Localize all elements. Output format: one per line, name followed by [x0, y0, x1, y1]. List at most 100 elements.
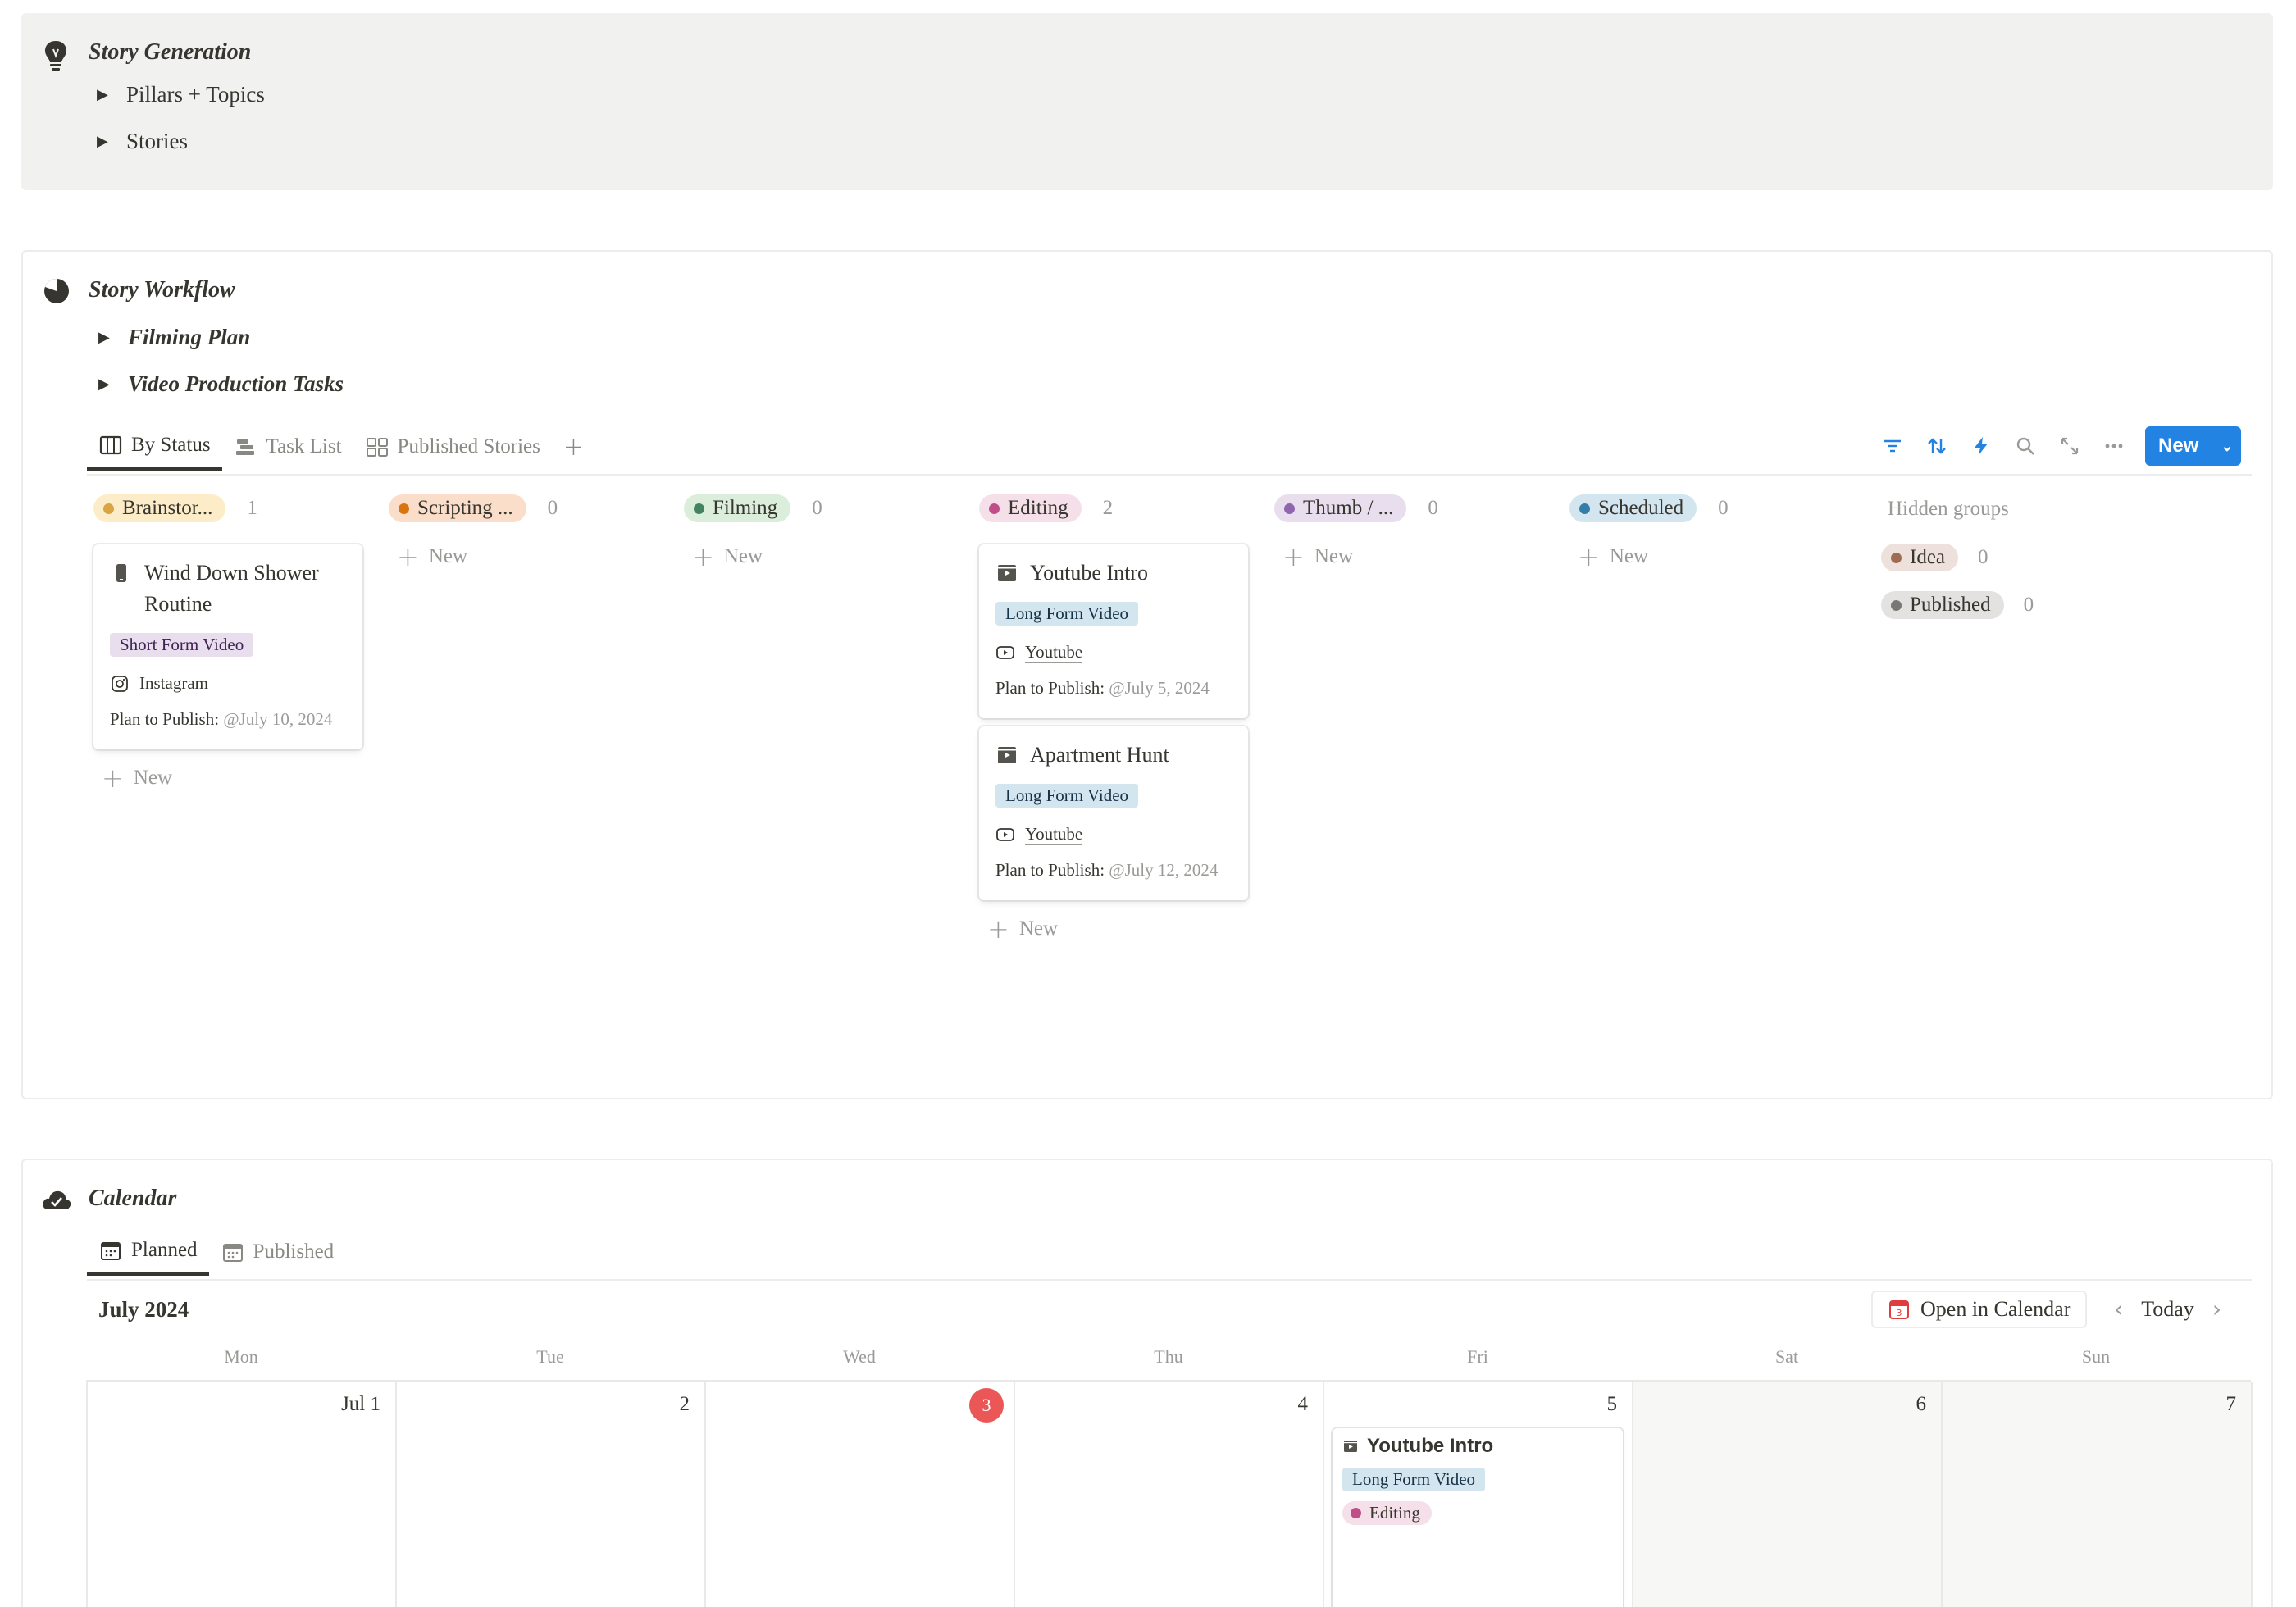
tab-published[interactable]: Published	[209, 1228, 346, 1276]
expand-icon[interactable]	[2057, 433, 2083, 459]
add-view-button[interactable]: +	[552, 423, 595, 471]
calendar-event-card[interactable]: Youtube Intro Long Form Video Editing	[1332, 1428, 1623, 1607]
calendar-day-cell[interactable]: 5 Youtube Intro Long Form Video Editing	[1324, 1382, 1633, 1607]
day-number: Jul 1	[341, 1393, 380, 1415]
column-count: 0	[1718, 497, 1729, 519]
tab-by-status[interactable]: By Status	[87, 423, 222, 471]
calendar-day-cell[interactable]: 3	[706, 1382, 1015, 1607]
status-label: Editing	[1008, 497, 1068, 519]
calendar-title: Calendar	[89, 1186, 177, 1211]
toggle-label: Pillars + Topics	[126, 82, 265, 107]
status-pill: Thumb / ...	[1274, 494, 1407, 522]
gallery-icon	[366, 438, 388, 457]
board-column-thumb: Thumb / ... 0 + New	[1274, 492, 1545, 572]
column-count: 0	[547, 497, 558, 519]
tab-label: Published Stories	[397, 435, 540, 458]
column-count: 0	[1428, 497, 1438, 519]
calendar-app-icon: 3	[1889, 1300, 1909, 1319]
status-label: Idea	[1910, 546, 1946, 568]
toggle-label: Filming Plan	[128, 325, 251, 349]
calendar-day-cell[interactable]: Jul 1	[88, 1382, 397, 1607]
card-title: Wind Down Shower Routine	[144, 561, 319, 616]
new-button-label[interactable]: New	[2145, 426, 2212, 466]
add-card-button[interactable]: + New	[1569, 541, 1840, 572]
more-icon[interactable]	[2101, 433, 2127, 459]
toggle-video-production-tasks[interactable]: ▶ Video Production Tasks	[98, 371, 344, 397]
toggle-triangle-icon[interactable]: ▶	[97, 86, 126, 103]
plan-to-publish: Plan to Publish: @July 10, 2024	[110, 706, 346, 733]
hidden-group-published[interactable]: Published 0	[1881, 591, 2034, 619]
status-dot	[989, 503, 1000, 514]
tabs-divider	[87, 1279, 2252, 1281]
add-new-label: New	[1609, 545, 1649, 567]
today-button[interactable]: Today	[2141, 1297, 2194, 1322]
story-generation-title: Story Generation	[89, 39, 252, 65]
plus-icon: +	[1282, 541, 1305, 572]
board-card[interactable]: Wind Down Shower Routine Short Form Vide…	[93, 544, 362, 749]
tab-label: Published	[253, 1241, 335, 1263]
toggle-filming-plan[interactable]: ▶ Filming Plan	[98, 325, 250, 350]
weekday-label: Tue	[536, 1346, 564, 1367]
filter-icon[interactable]	[1879, 433, 1906, 459]
open-in-calendar-button[interactable]: 3 Open in Calendar	[1871, 1291, 2088, 1328]
svg-text:3: 3	[1897, 1308, 1902, 1318]
calendar-day-cell[interactable]: 7	[1943, 1382, 2253, 1607]
board-column-editing: Editing 2 Youtube Intro Long Form Video …	[979, 492, 1250, 945]
weekday-label: Wed	[843, 1346, 876, 1367]
youtube-icon	[996, 646, 1014, 659]
board-card[interactable]: Apartment Hunt Long Form Video Youtube P…	[979, 726, 1248, 900]
new-button[interactable]: New ⌄	[2145, 426, 2242, 466]
status-label: Brainstor...	[122, 497, 213, 519]
lightning-icon[interactable]	[1968, 433, 1994, 459]
status-pill: Published	[1881, 591, 2004, 619]
add-new-label: New	[1018, 917, 1059, 940]
toggle-pillars-topics[interactable]: ▶ Pillars + Topics	[97, 82, 265, 107]
pie-chart-icon	[43, 277, 71, 309]
chevron-right-icon[interactable]: ›	[2212, 1295, 2221, 1322]
weekday-label: Sun	[2081, 1346, 2111, 1367]
board-card[interactable]: Youtube Intro Long Form Video Youtube Pl…	[979, 544, 1248, 718]
cloud-check-icon	[41, 1187, 72, 1216]
calendar-day-cell[interactable]: 2	[397, 1382, 706, 1607]
toggle-triangle-icon[interactable]: ▶	[97, 133, 126, 150]
status-pill: Brainstor...	[93, 494, 226, 522]
hidden-group-idea[interactable]: Idea 0	[1881, 544, 1988, 571]
tab-task-list[interactable]: Task List	[222, 423, 353, 471]
calendar-day-cell[interactable]: 6	[1633, 1382, 1943, 1607]
status-dot	[1284, 503, 1295, 514]
add-card-button[interactable]: + New	[979, 913, 1250, 945]
chevron-left-icon[interactable]: ‹	[2114, 1295, 2123, 1322]
status-label: Scheduled	[1598, 497, 1684, 519]
plus-icon: +	[102, 763, 124, 794]
plus-icon: +	[987, 913, 1009, 945]
day-number: 6	[1916, 1393, 1927, 1415]
calendar-day-cell[interactable]: 4	[1015, 1382, 1324, 1607]
toggle-triangle-icon[interactable]: ▶	[98, 329, 128, 346]
story-workflow-title: Story Workflow	[89, 277, 235, 303]
column-count: 1	[247, 497, 257, 519]
add-card-button[interactable]: + New	[684, 541, 954, 572]
toggle-triangle-icon[interactable]: ▶	[98, 376, 128, 393]
plus-icon: +	[397, 541, 419, 572]
event-title: Youtube Intro	[1367, 1435, 1494, 1457]
tab-planned[interactable]: Planned	[87, 1228, 209, 1276]
open-in-calendar-label: Open in Calendar	[1920, 1297, 2071, 1321]
chevron-down-icon[interactable]: ⌄	[2212, 426, 2241, 466]
calendar-month: July 2024	[98, 1297, 189, 1322]
hidden-groups-title: Hidden groups	[1888, 498, 2009, 520]
search-icon[interactable]	[2012, 433, 2039, 459]
youtube-icon	[996, 828, 1014, 841]
toggle-stories[interactable]: ▶ Stories	[97, 129, 188, 154]
sort-icon[interactable]	[1924, 433, 1950, 459]
tabs-divider	[87, 474, 2252, 476]
plus-icon: +	[1578, 541, 1600, 572]
add-card-button[interactable]: + New	[389, 541, 659, 572]
story-generation-panel	[21, 13, 2273, 190]
calendar-nav: ‹ Today ›	[2114, 1295, 2221, 1322]
add-card-button[interactable]: + New	[93, 763, 364, 794]
board-icon	[99, 435, 122, 455]
tab-published-stories[interactable]: Published Stories	[353, 423, 552, 471]
add-card-button[interactable]: + New	[1274, 541, 1545, 572]
plan-to-publish: Plan to Publish: @July 12, 2024	[995, 857, 1232, 884]
plan-date: @July 12, 2024	[1109, 860, 1219, 880]
